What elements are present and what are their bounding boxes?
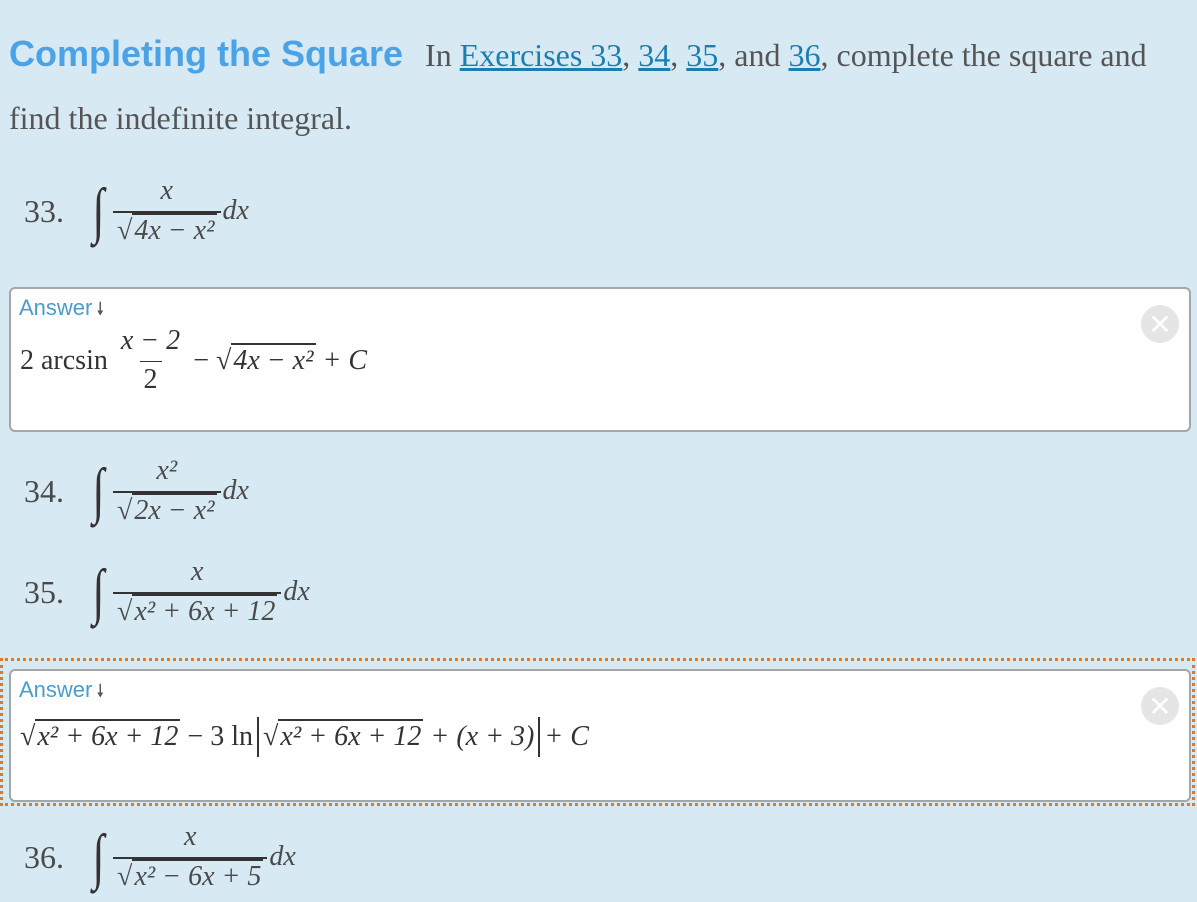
differential: dx xyxy=(283,576,310,607)
close-icon[interactable]: ✕ xyxy=(1141,687,1179,725)
integral-sign: ∫ xyxy=(92,823,105,891)
radicand: 4x − x² xyxy=(132,213,217,246)
answer-toggle[interactable]: Answer 🠗 xyxy=(19,295,104,327)
arrow-down-icon: 🠗 xyxy=(96,299,105,319)
link-exercise-36[interactable]: 36 xyxy=(789,37,821,73)
integral-sign: ∫ xyxy=(92,177,105,245)
denominator: √x² + 6x + 12 xyxy=(112,592,282,628)
section-heading: Completing the Square xyxy=(9,33,404,74)
answer-box-35: Answer 🠗 ✕ √x² + 6x + 12 − 3 ln √x² + 6x … xyxy=(9,669,1191,802)
abs-bar-right xyxy=(538,717,541,757)
abs-bar-left xyxy=(257,717,259,757)
exercise-33: 33. ∫ x √4x − x² dx xyxy=(24,166,249,256)
differential: dx xyxy=(222,195,249,226)
differential: dx xyxy=(222,475,249,506)
answer-toggle[interactable]: Answer 🠗 xyxy=(19,677,104,709)
numerator: x xyxy=(183,821,197,852)
exercise-36: 36. ∫ x √x² − 6x + 5 dx xyxy=(24,812,296,902)
square-root: √4x − x² xyxy=(215,342,316,376)
link-exercises-33[interactable]: Exercises 33 xyxy=(460,37,623,73)
exercise-number: 36. xyxy=(24,838,64,875)
denominator: √2x − x² xyxy=(112,491,221,527)
fraction: x² √2x − x² xyxy=(112,455,221,527)
square-root: √x² + 6x + 12 xyxy=(20,719,181,752)
differential: dx xyxy=(269,841,296,872)
integral-sign: ∫ xyxy=(92,457,105,525)
fraction: x − 2 2 xyxy=(120,325,181,395)
close-icon[interactable]: ✕ xyxy=(1141,305,1179,343)
exercise-35: 35. ∫ x √x² + 6x + 12 dx xyxy=(24,547,310,637)
answer-expression: √x² + 6x + 12 − 3 ln √x² + 6x + 12 + (x … xyxy=(20,717,589,757)
fraction: x √x² + 6x + 12 xyxy=(112,556,282,628)
numerator: x xyxy=(160,175,173,206)
exercise-34: 34. ∫ x² √2x − x² dx xyxy=(24,446,249,536)
numerator: x xyxy=(190,556,204,587)
square-root: √x² + 6x + 12 xyxy=(263,719,424,752)
fraction: x √4x − x² xyxy=(112,175,221,247)
link-exercise-35[interactable]: 35 xyxy=(686,37,718,73)
fraction: x √x² − 6x + 5 xyxy=(112,821,268,893)
exercise-number: 33. xyxy=(24,192,64,229)
radical-sign: √ xyxy=(116,215,133,246)
exercise-number: 35. xyxy=(24,573,64,610)
link-exercise-34[interactable]: 34 xyxy=(638,37,670,73)
intro-text: In xyxy=(425,37,452,73)
answer-expression: 2 arcsin x − 2 2 − √4x − x² + C xyxy=(20,325,368,395)
arrow-down-icon: 🠗 xyxy=(96,681,105,701)
denominator: √x² − 6x + 5 xyxy=(112,857,268,893)
answer-box-33: Answer 🠗 ✕ 2 arcsin x − 2 2 − √4x − x² + … xyxy=(9,287,1191,432)
intro-paragraph: Completing the Square In Exercises 33, 34… xyxy=(9,33,1147,136)
numerator: x² xyxy=(156,455,178,486)
exercise-number: 34. xyxy=(24,472,64,509)
integral-sign: ∫ xyxy=(92,558,105,626)
denominator: √4x − x² xyxy=(112,211,221,247)
